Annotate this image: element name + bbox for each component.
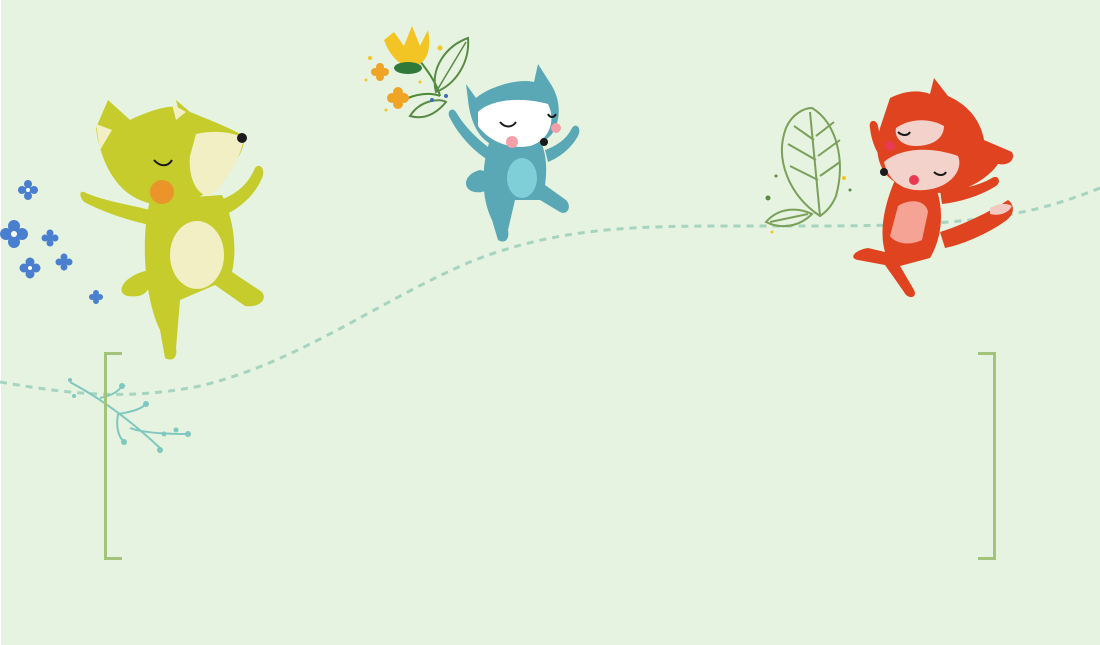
empty-content-area	[125, 360, 975, 552]
left-edge-line	[0, 0, 1, 645]
left-bracket-frame	[104, 352, 122, 560]
slide-canvas	[0, 0, 1100, 645]
right-bracket-frame	[978, 352, 996, 560]
